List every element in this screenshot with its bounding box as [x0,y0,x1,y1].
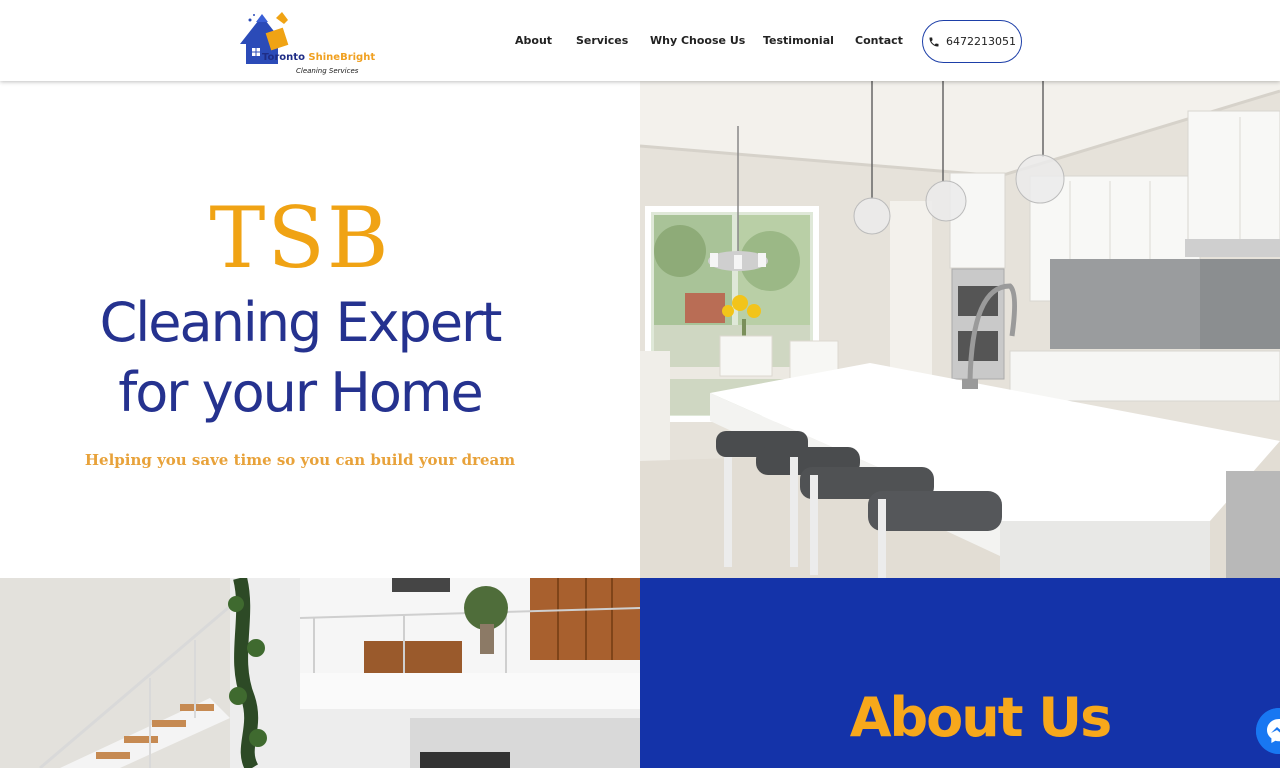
about-section: About Us [640,578,1280,768]
messenger-chat-button[interactable] [1256,708,1280,754]
hero-brand: TSB [209,189,391,287]
hero-text-panel: TSB Cleaning Expert for your Home Helpin… [0,81,640,578]
hero-kitchen-image [640,81,1280,578]
hero-subtitle: Helping you save time so you can build y… [84,451,516,469]
nav-services[interactable]: Services [576,34,628,47]
nav-contact[interactable]: Contact [855,34,903,47]
nav-testimonial[interactable]: Testimonial [763,34,834,47]
phone-icon [929,37,939,46]
site-header: Toronto ShineBright Cleaning Services Ab… [0,0,1280,81]
phone-button[interactable]: 6472213051 [922,20,1022,63]
logo-wordmark: Toronto ShineBright [262,52,375,63]
about-title: About Us [849,686,1113,749]
hero-title-line-1: Cleaning Expert [99,291,503,354]
stairs-interior-image [0,578,640,768]
nav-about[interactable]: About [515,34,552,47]
logo-subtitle: Cleaning Services [296,67,359,75]
nav-why-choose-us[interactable]: Why Choose Us [650,34,745,47]
logo-word-1: Toronto [262,52,309,63]
phone-number: 6472213051 [946,35,1016,48]
logo-word-2: ShineBright [308,52,376,63]
hero-title-line-2: for your Home [118,361,483,424]
messenger-icon [1256,708,1280,754]
